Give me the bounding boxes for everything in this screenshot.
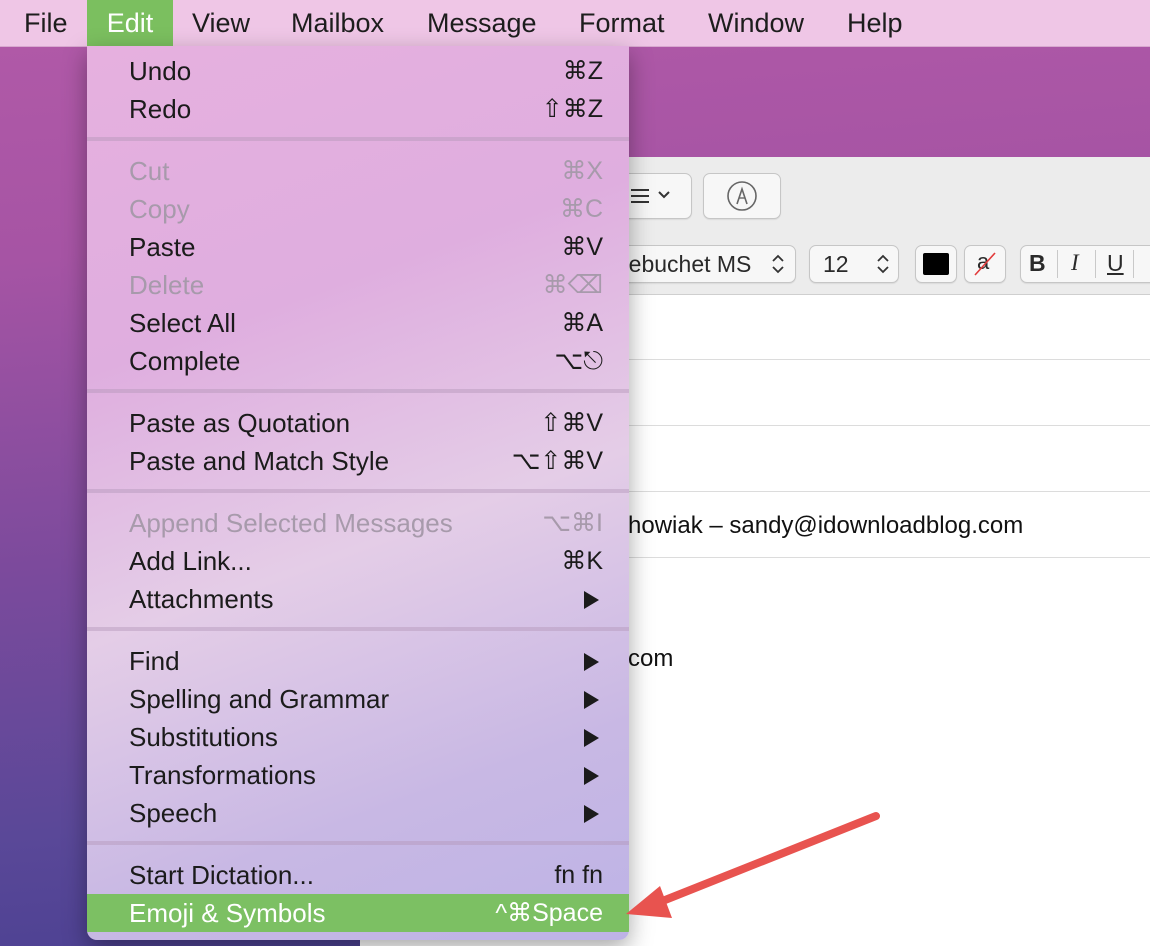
annotation-arrow-icon — [626, 812, 880, 918]
